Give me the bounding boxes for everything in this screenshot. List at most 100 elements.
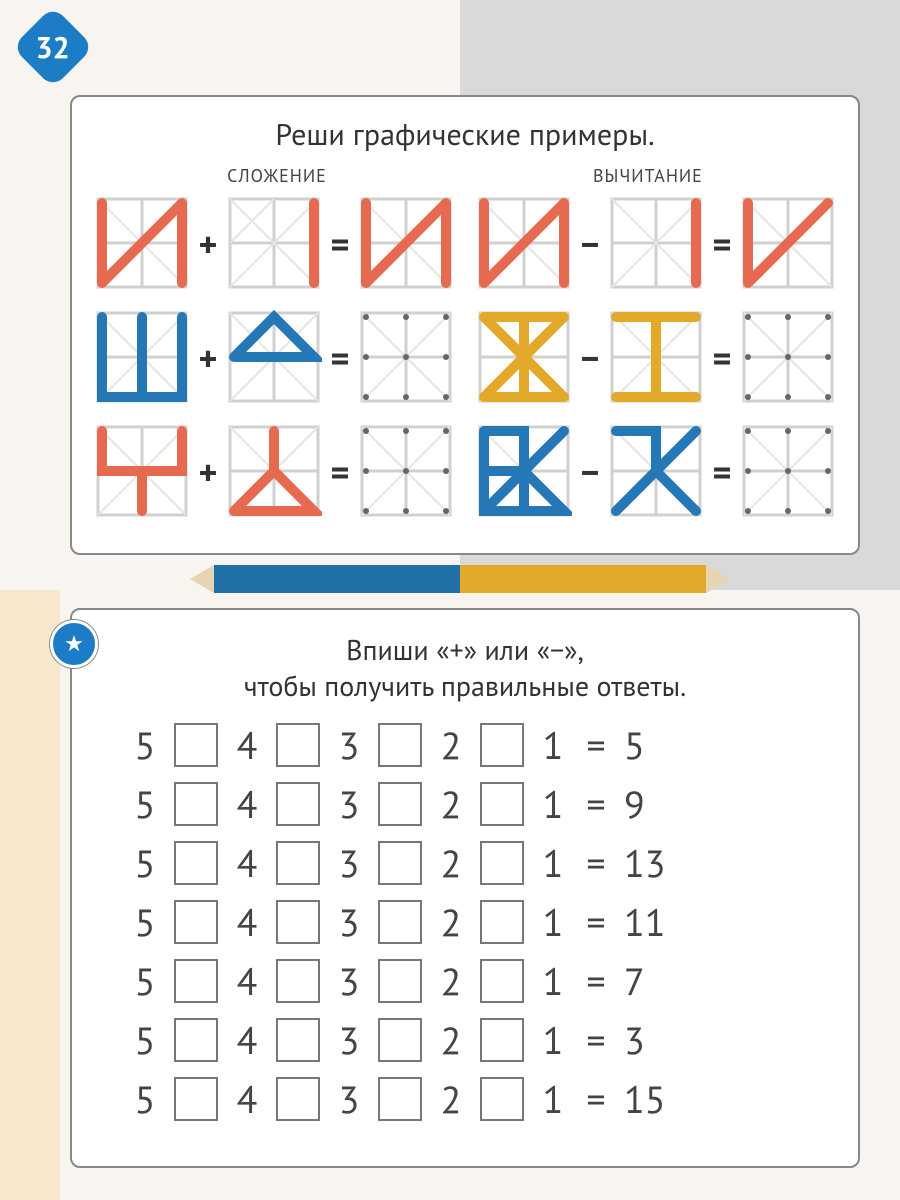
sign-input-box[interactable] bbox=[174, 900, 218, 944]
operand: 5 bbox=[130, 957, 160, 1006]
operation-headers: СЛОЖЕНИЕ ВЫЧИТАНИЕ bbox=[94, 164, 836, 187]
sign-input-box[interactable] bbox=[480, 900, 524, 944]
sign-input-box[interactable] bbox=[174, 723, 218, 767]
card2-title: Впиши «+» или «−», чтобы получить правил… bbox=[102, 632, 828, 705]
sign-input-box[interactable] bbox=[174, 1077, 218, 1121]
equation-row: 54321=3 bbox=[130, 1016, 828, 1065]
equals-sign: = bbox=[582, 1016, 610, 1065]
card2-title-line1: Впиши «+» или «−», bbox=[346, 631, 584, 668]
sign-input-box[interactable] bbox=[378, 841, 422, 885]
shape-cell bbox=[226, 309, 322, 405]
operand: 1 bbox=[538, 839, 568, 888]
subtraction-header: ВЫЧИТАНИЕ bbox=[593, 164, 703, 187]
shape-cell bbox=[94, 423, 190, 519]
sign-input-box[interactable] bbox=[480, 841, 524, 885]
equals-sign: = bbox=[582, 721, 610, 770]
operand: 1 bbox=[538, 957, 568, 1006]
sign-input-box[interactable] bbox=[378, 723, 422, 767]
sign-input-box[interactable] bbox=[480, 959, 524, 1003]
sign-input-box[interactable] bbox=[480, 1077, 524, 1121]
shape-cell bbox=[740, 195, 836, 291]
operand: 5 bbox=[130, 1075, 160, 1124]
operand: 5 bbox=[130, 839, 160, 888]
star-glyph: ★ bbox=[64, 630, 84, 658]
sign-input-box[interactable] bbox=[276, 1077, 320, 1121]
sign-input-box[interactable] bbox=[378, 782, 422, 826]
shape-cell bbox=[226, 423, 322, 519]
equation-row: 54321=13 bbox=[130, 839, 828, 888]
plus-sign: + bbox=[196, 334, 220, 381]
operand: 2 bbox=[436, 839, 466, 888]
answer-value: 7 bbox=[624, 957, 676, 1006]
operand: 4 bbox=[232, 1075, 262, 1124]
sign-input-box[interactable] bbox=[174, 782, 218, 826]
shape-cell bbox=[358, 195, 454, 291]
fill-sign-card: Впиши «+» или «−», чтобы получить правил… bbox=[70, 608, 860, 1168]
equals-sign: = bbox=[710, 334, 734, 381]
sign-input-box[interactable] bbox=[378, 1077, 422, 1121]
minus-sign: − bbox=[578, 448, 602, 495]
equation-row: 54321=11 bbox=[130, 898, 828, 947]
shape-cell bbox=[476, 309, 572, 405]
operand: 5 bbox=[130, 898, 160, 947]
sign-input-box[interactable] bbox=[480, 1018, 524, 1062]
answer-cell[interactable] bbox=[740, 309, 836, 405]
operand: 2 bbox=[436, 1075, 466, 1124]
operand: 4 bbox=[232, 780, 262, 829]
sign-input-box[interactable] bbox=[276, 723, 320, 767]
answer-cell[interactable] bbox=[740, 423, 836, 519]
pencil-body-orange bbox=[460, 565, 706, 593]
operand: 1 bbox=[538, 1075, 568, 1124]
page-number-text: 32 bbox=[36, 28, 70, 67]
minus-sign: − bbox=[578, 334, 602, 381]
sign-input-box[interactable] bbox=[276, 1018, 320, 1062]
sign-input-box[interactable] bbox=[174, 959, 218, 1003]
equals-sign: = bbox=[582, 898, 610, 947]
equals-sign: = bbox=[710, 220, 734, 267]
equation-rows: 54321=554321=954321=1354321=1154321=7543… bbox=[102, 721, 828, 1124]
answer-cell[interactable] bbox=[358, 423, 454, 519]
sign-input-box[interactable] bbox=[378, 900, 422, 944]
equals-sign: = bbox=[328, 334, 352, 381]
pencil-tip-left-icon bbox=[190, 565, 214, 593]
operand: 3 bbox=[334, 1075, 364, 1124]
sign-input-box[interactable] bbox=[378, 959, 422, 1003]
answer-cell[interactable] bbox=[358, 309, 454, 405]
operand: 3 bbox=[334, 721, 364, 770]
addition-example-2: + = bbox=[94, 309, 454, 405]
operand: 5 bbox=[130, 1016, 160, 1065]
operand: 4 bbox=[232, 957, 262, 1006]
equation-row: 54321=9 bbox=[130, 780, 828, 829]
sign-input-box[interactable] bbox=[174, 1018, 218, 1062]
sign-input-box[interactable] bbox=[174, 841, 218, 885]
plus-sign: + bbox=[196, 448, 220, 495]
sign-input-box[interactable] bbox=[480, 723, 524, 767]
equals-sign: = bbox=[582, 957, 610, 1006]
card1-title: Реши графические примеры. bbox=[94, 115, 836, 154]
minus-sign: − bbox=[578, 220, 602, 267]
subtraction-example-3: − = bbox=[476, 423, 836, 519]
shape-cell bbox=[608, 423, 704, 519]
operand: 2 bbox=[436, 780, 466, 829]
sign-input-box[interactable] bbox=[480, 782, 524, 826]
star-badge-icon: ★ bbox=[50, 620, 98, 668]
equals-sign: = bbox=[582, 839, 610, 888]
pencil-tip-right-icon bbox=[706, 565, 730, 593]
sign-input-box[interactable] bbox=[378, 1018, 422, 1062]
equation-row: 54321=15 bbox=[130, 1075, 828, 1124]
operand: 4 bbox=[232, 1016, 262, 1065]
sign-input-box[interactable] bbox=[276, 959, 320, 1003]
sign-input-box[interactable] bbox=[276, 841, 320, 885]
operand: 1 bbox=[538, 898, 568, 947]
sign-input-box[interactable] bbox=[276, 900, 320, 944]
graphic-row-3: + = bbox=[94, 423, 836, 519]
operand: 1 bbox=[538, 1016, 568, 1065]
sign-input-box[interactable] bbox=[276, 782, 320, 826]
subtraction-example-1: − = bbox=[476, 195, 836, 291]
equation-row: 54321=7 bbox=[130, 957, 828, 1006]
pencil-divider bbox=[190, 565, 730, 593]
shape-cell bbox=[476, 195, 572, 291]
equals-sign: = bbox=[328, 448, 352, 495]
graphic-row-2: + = bbox=[94, 309, 836, 405]
operand: 2 bbox=[436, 898, 466, 947]
